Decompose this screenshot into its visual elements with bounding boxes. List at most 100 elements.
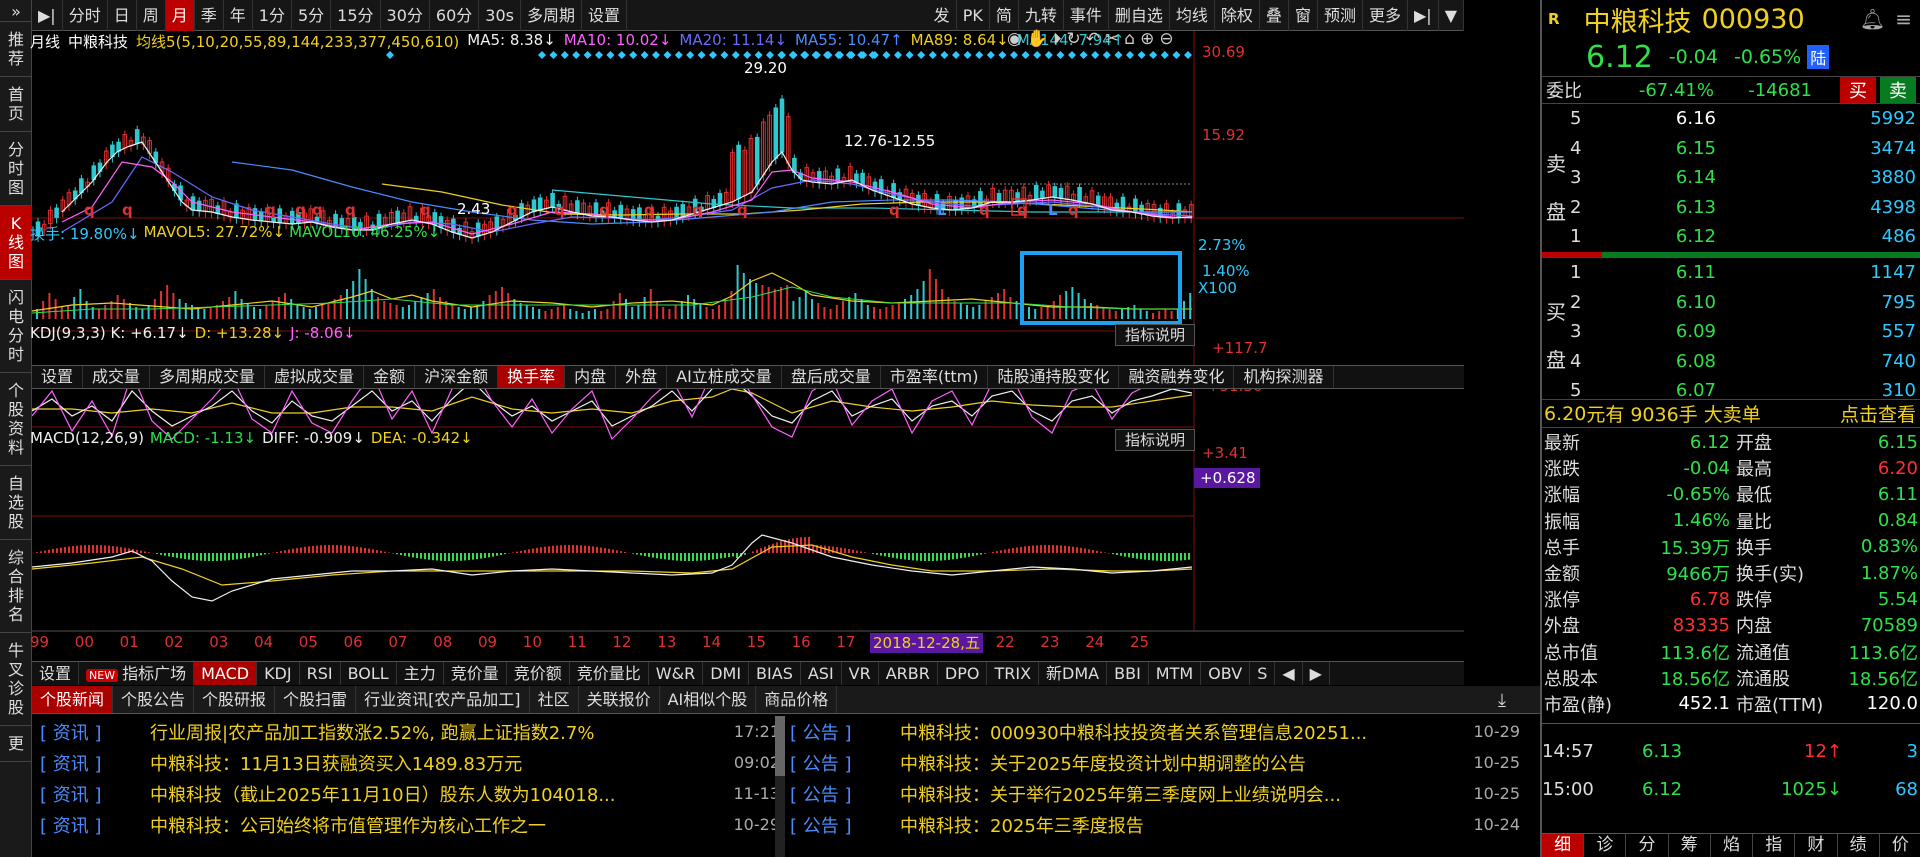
left-tab-5[interactable]: 个股资料 [0, 373, 32, 466]
indicator-tab-19[interactable]: BBI [1107, 662, 1149, 685]
news-tab-6[interactable]: 关联报价 [579, 686, 660, 713]
news-title[interactable]: 中粮科技：000930中粮科技投资者关系管理信息20251... [900, 719, 1460, 745]
vol-subtab-1[interactable]: 成交量 [83, 366, 151, 388]
indicator-tab-17[interactable]: TRIX [987, 662, 1040, 685]
bid-level[interactable]: 3 6.09 557 [1570, 317, 1918, 347]
vol-subtab-12[interactable]: 陆股通持股变化 [988, 366, 1120, 388]
period-btn-5[interactable]: 年 [224, 0, 253, 31]
left-tab-8[interactable]: 牛叉诊股 [0, 633, 32, 726]
tool-btn-11[interactable]: 更多 [1363, 0, 1408, 31]
vol-subtab-10[interactable]: 盘后成交量 [782, 366, 881, 388]
left-tab-6[interactable]: 自选股 [0, 466, 32, 540]
indicator-tab-18[interactable]: 新DMA [1039, 662, 1108, 685]
ask-level[interactable]: 3 6.14 3880 [1570, 163, 1918, 193]
indicator-tab-20[interactable]: MTM [1149, 662, 1202, 685]
left-tab-4[interactable]: 闪电分时 [0, 280, 32, 373]
quote-tab-3[interactable]: 筹 [1669, 834, 1711, 857]
news-tab-8[interactable]: 商品价格 [756, 686, 838, 713]
tool-btn-3[interactable]: 九转 [1019, 0, 1064, 31]
indicator-note-kdj[interactable]: 指标说明 [1115, 324, 1195, 346]
zoom-in-icon[interactable]: ⊕ [1140, 29, 1154, 49]
period-btn-6[interactable]: 1分 [253, 0, 292, 31]
indicator-tab-4[interactable]: RSI [300, 662, 341, 685]
replay-icon[interactable]: ⏵ [1053, 29, 1062, 49]
news-tab-1[interactable]: 个股公告 [113, 686, 195, 713]
indicator-tab-21[interactable]: OBV [1201, 662, 1251, 685]
news-tab-5[interactable]: 社区 [530, 686, 579, 713]
indicator-tab-16[interactable]: DPO [938, 662, 988, 685]
zoom-out-icon[interactable]: ⊖ [1159, 29, 1173, 49]
scissor-icon[interactable]: ✂ [1105, 29, 1119, 49]
left-tab-7[interactable]: 综合排名 [0, 540, 32, 633]
buy-button[interactable]: 买 [1840, 77, 1876, 103]
vol-subtab-3[interactable]: 虚拟成交量 [265, 366, 365, 388]
indicator-tab-14[interactable]: VR [842, 662, 879, 685]
quote-tab-6[interactable]: 财 [1795, 834, 1838, 857]
tool-btn-2[interactable]: 简 [990, 0, 1019, 31]
news-row[interactable]: [ 资讯 ] 中粮科技：11月13日获融资买入1489.83万元 09:02 [40, 747, 780, 778]
news-tab-4[interactable]: 行业资讯[农产品加工] [356, 686, 530, 713]
next-tab-icon[interactable]: ▶ [1303, 662, 1330, 685]
period-btn-8[interactable]: 15分 [331, 0, 381, 31]
quote-tab-4[interactable]: 焰 [1711, 834, 1754, 857]
vol-subtab-11[interactable]: 市盈率(ttm) [881, 366, 989, 388]
menu-icon[interactable]: ≡ [1895, 7, 1912, 31]
indicator-tab-5[interactable]: BOLL [341, 662, 397, 685]
indicator-tab-8[interactable]: 竞价额 [507, 662, 570, 685]
period-btn-1[interactable]: 日 [108, 0, 137, 31]
vol-subtab-6[interactable]: 换手率 [498, 366, 566, 388]
ask-level[interactable]: 5 6.16 5992 [1570, 104, 1918, 134]
download-icon[interactable]: ⤓ [1498, 690, 1506, 711]
tool-btn-4[interactable]: 事件 [1064, 0, 1109, 31]
sell-button[interactable]: 卖 [1880, 77, 1916, 103]
play-icon[interactable]: ▶| [32, 0, 63, 31]
news-title[interactable]: 行业周报|农产品加工指数涨2.52%, 跑赢上证指数2.7% [150, 719, 720, 745]
left-tab-1[interactable]: 首页 [0, 77, 32, 132]
indicator-tab-6[interactable]: 主力 [397, 662, 444, 685]
refresh-icon[interactable]: ↻ [1067, 29, 1081, 49]
tool-btn-7[interactable]: 除权 [1215, 0, 1260, 31]
tool-btn-10[interactable]: 预测 [1318, 0, 1363, 31]
news-scrollbar[interactable] [775, 716, 785, 857]
expand-icon[interactable]: ▶| [1408, 0, 1439, 31]
quote-tab-1[interactable]: 诊 [1584, 834, 1627, 857]
left-tab-3[interactable]: K线图 [0, 206, 32, 280]
indicator-tab-7[interactable]: 竞价量 [444, 662, 507, 685]
dropdown-icon[interactable]: ▼ [1439, 0, 1464, 31]
tool-btn-1[interactable]: PK [957, 0, 990, 31]
indicator-square[interactable]: NEW 指标广场 [79, 662, 195, 685]
news-row[interactable]: [ 公告 ] 中粮科技：关于举行2025年第三季度网上业绩说明会... 10-25 [790, 778, 1530, 809]
quote-tab-0[interactable]: 细 [1542, 834, 1585, 857]
indicator-tab-13[interactable]: ASI [801, 662, 842, 685]
period-btn-2[interactable]: 周 [137, 0, 166, 31]
ask-level[interactable]: 4 6.15 3474 [1570, 134, 1918, 164]
indicator-tab-9[interactable]: 竞价量比 [570, 662, 649, 685]
indicator-tab-11[interactable]: DMI [703, 662, 750, 685]
left-tab-0[interactable]: 推荐 [0, 22, 32, 77]
news-row[interactable]: [ 资讯 ] 中粮科技：公司始终将市值管理作为核心工作之一 10-29 [40, 809, 780, 840]
news-row[interactable]: [ 资讯 ] 中粮科技（截止2025年11月10日）股东人数为104018... 1… [40, 778, 780, 809]
vol-subtab-14[interactable]: 机构探测器 [1234, 366, 1334, 388]
vol-subtab-0[interactable]: 设置 [32, 366, 84, 388]
quote-tab-8[interactable]: 价 [1880, 834, 1920, 857]
tool-btn-6[interactable]: 均线 [1170, 0, 1215, 31]
quote-tab-7[interactable]: 绩 [1838, 834, 1880, 857]
bid-level[interactable]: 1 6.11 1147 [1570, 258, 1918, 288]
news-tab-7[interactable]: AI相似个股 [660, 686, 757, 713]
bid-level[interactable]: 4 6.08 740 [1570, 347, 1918, 377]
vol-subtab-2[interactable]: 多周期成交量 [150, 366, 266, 388]
news-title[interactable]: 中粮科技：公司始终将市值管理作为核心工作之一 [150, 812, 720, 838]
vol-subtab-13[interactable]: 融资融券变化 [1119, 366, 1235, 388]
tool-btn-0[interactable]: 发 [928, 0, 957, 31]
ask-level[interactable]: 2 6.13 4398 [1570, 193, 1918, 223]
news-row[interactable]: [ 资讯 ] 行业周报|农产品加工指数涨2.52%, 跑赢上证指数2.7% 17:2… [40, 716, 780, 747]
news-title[interactable]: 中粮科技（截止2025年11月10日）股东人数为104018... [150, 781, 720, 807]
indicator-tab-settings[interactable]: 设置 [32, 662, 80, 685]
vol-subtab-5[interactable]: 沪深金额 [415, 366, 499, 388]
period-btn-10[interactable]: 60分 [430, 0, 480, 31]
tool-btn-9[interactable]: 窗 [1289, 0, 1318, 31]
news-tab-3[interactable]: 个股扫雷 [275, 686, 357, 713]
indicator-tab-3[interactable]: KDJ [257, 662, 300, 685]
undo-icon[interactable]: ↶ [1086, 29, 1100, 49]
period-btn-3[interactable]: 月 [165, 0, 195, 31]
